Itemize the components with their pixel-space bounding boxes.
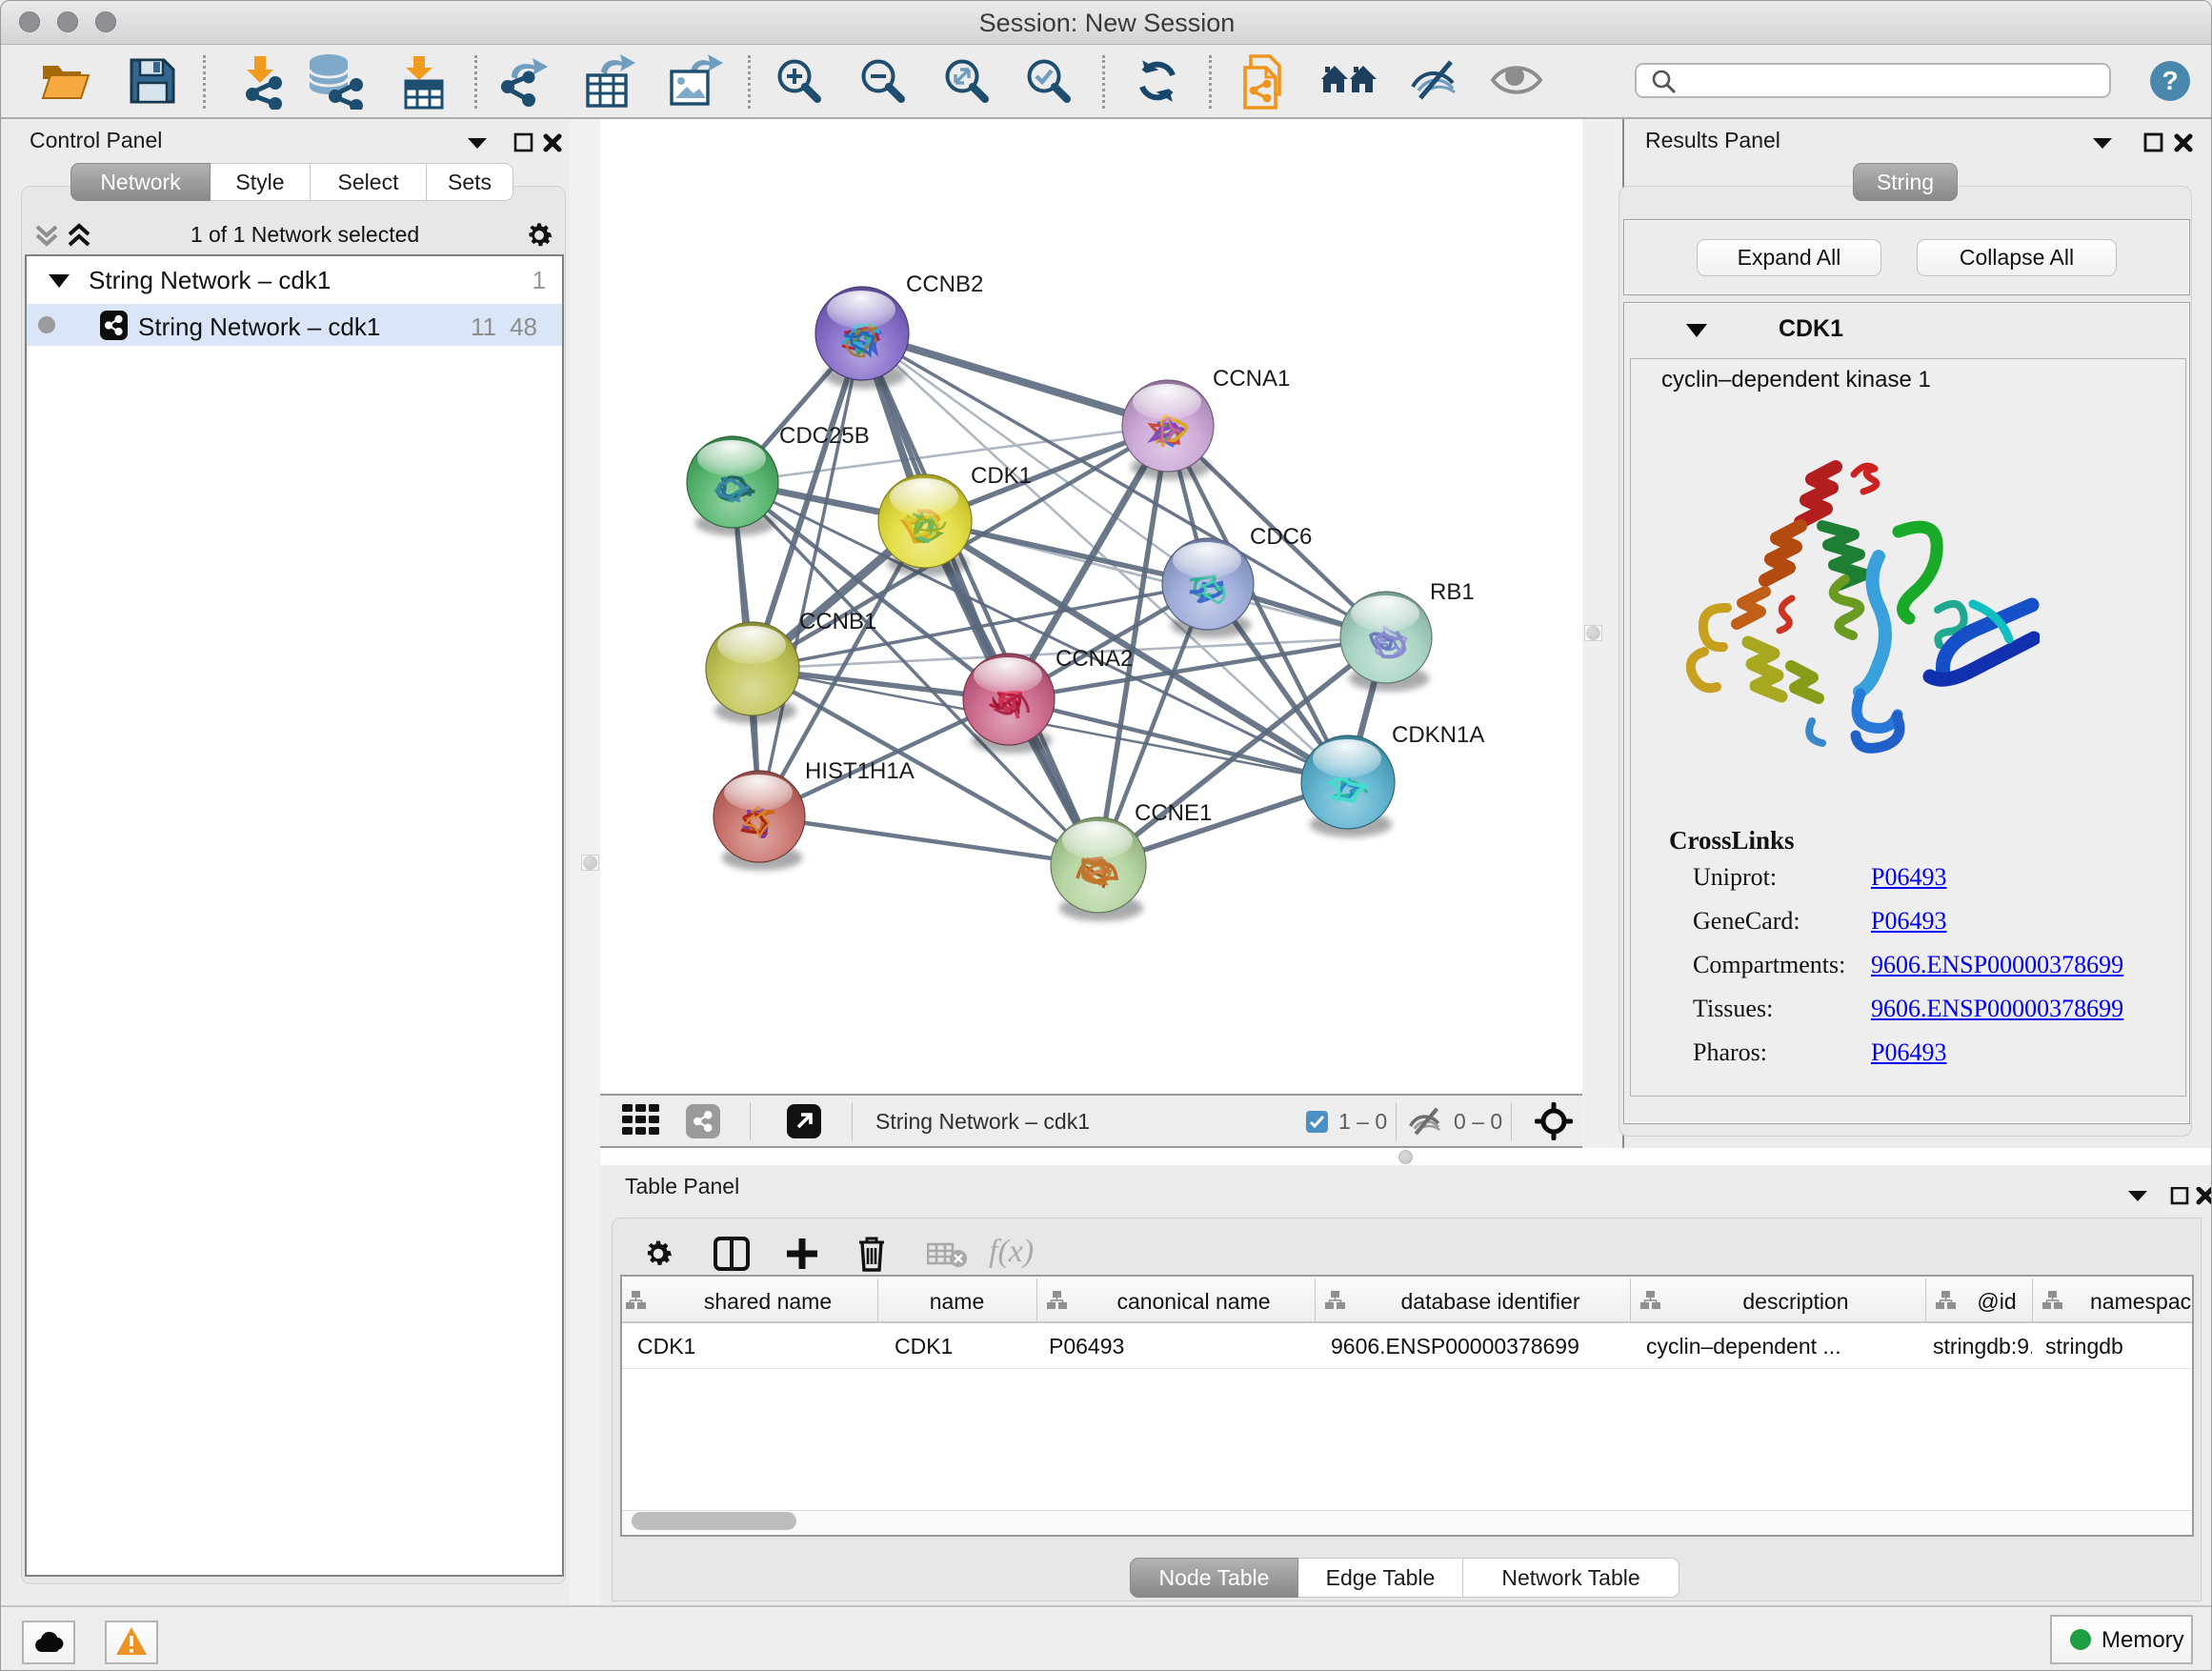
svg-text:HIST1H1A: HIST1H1A: [805, 758, 915, 784]
svg-text:CDC25B: CDC25B: [779, 423, 870, 449]
svg-text:CCNE1: CCNE1: [1135, 800, 1212, 826]
svg-text:CCNB1: CCNB1: [799, 609, 876, 634]
svg-text:CCNA1: CCNA1: [1213, 366, 1290, 392]
svg-text:CDK1: CDK1: [971, 463, 1032, 489]
svg-text:RB1: RB1: [1430, 579, 1475, 605]
svg-text:CDKN1A: CDKN1A: [1392, 722, 1484, 748]
svg-text:CCNA2: CCNA2: [1056, 646, 1133, 672]
svg-text:CDC6: CDC6: [1250, 524, 1312, 550]
svg-text:CCNB2: CCNB2: [906, 272, 983, 297]
